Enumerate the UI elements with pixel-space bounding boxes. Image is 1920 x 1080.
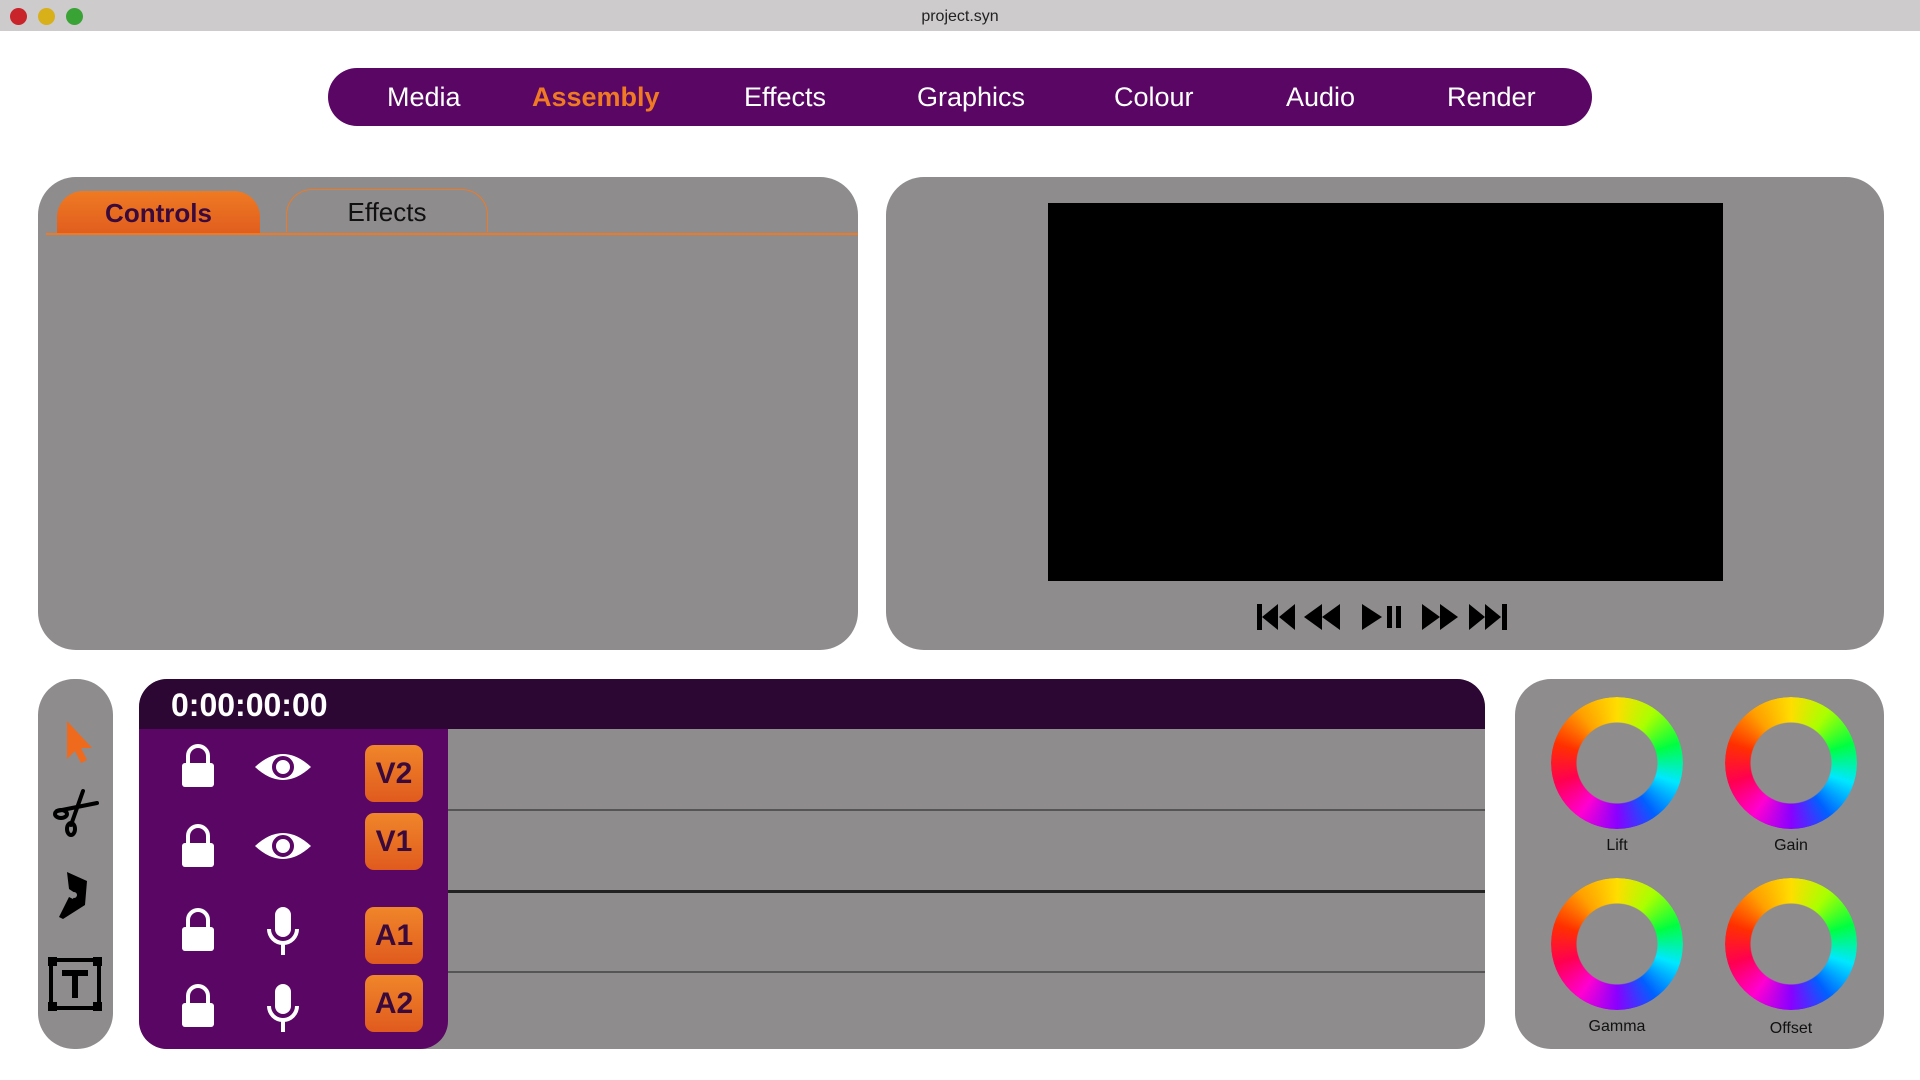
track-badge-v1[interactable]: V1 — [365, 813, 423, 870]
track-divider — [448, 809, 1485, 811]
workspace-nav: Media Assembly Effects Graphics Colour A… — [328, 68, 1592, 126]
track-badge-v2[interactable]: V2 — [365, 745, 423, 802]
transport-controls — [1256, 601, 1516, 637]
color-wheels-panel: Lift Gain Gamma Offset — [1515, 679, 1884, 1049]
color-wheel-label-gain: Gain — [1774, 837, 1808, 854]
color-wheel-label-gamma: Gamma — [1588, 1018, 1646, 1035]
track-divider — [448, 971, 1485, 973]
color-wheel-offset[interactable] — [1725, 878, 1857, 1010]
nav-item-graphics[interactable]: Graphics — [917, 82, 1025, 113]
window-title: project.syn — [921, 8, 999, 25]
timeline-header: 0:00:00:00 — [139, 679, 1485, 729]
selection-arrow-icon[interactable] — [47, 713, 103, 769]
track-badge-a1[interactable]: A1 — [365, 907, 423, 964]
color-wheel-label-offset: Offset — [1769, 1020, 1813, 1037]
nav-item-media[interactable]: Media — [387, 82, 461, 113]
timeline-panel: 0:00:00:00 V2 V1 A1 A2 — [139, 679, 1485, 1049]
color-wheel-label-lift: Lift — [1606, 837, 1628, 854]
microphone-icon[interactable] — [263, 905, 303, 957]
lock-icon[interactable] — [179, 823, 217, 869]
color-wheel-gain[interactable] — [1725, 697, 1857, 829]
fast-forward-icon[interactable] — [1420, 601, 1460, 633]
color-wheel-gamma[interactable] — [1551, 878, 1683, 1010]
tab-divider — [46, 233, 858, 235]
color-wheel-lift[interactable] — [1551, 697, 1683, 829]
window-titlebar: project.syn — [0, 0, 1920, 31]
eye-icon[interactable] — [253, 747, 313, 787]
lock-icon[interactable] — [179, 907, 217, 953]
text-icon[interactable] — [47, 956, 103, 1012]
timecode-display: 0:00:00:00 — [171, 687, 328, 723]
play-pause-icon[interactable] — [1360, 601, 1404, 633]
nav-item-render[interactable]: Render — [1447, 82, 1536, 113]
lock-icon[interactable] — [179, 983, 217, 1029]
viewer-panel — [886, 177, 1884, 650]
tab-effects[interactable]: Effects — [286, 189, 488, 232]
nav-item-assembly[interactable]: Assembly — [532, 82, 660, 113]
razor-scissors-icon[interactable] — [47, 783, 103, 839]
pen-icon[interactable] — [47, 867, 103, 923]
tab-controls[interactable]: Controls — [57, 191, 260, 233]
nav-item-audio[interactable]: Audio — [1286, 82, 1355, 113]
video-preview[interactable] — [1048, 203, 1723, 581]
rewind-icon[interactable] — [1302, 601, 1342, 633]
video-audio-divider — [448, 890, 1485, 893]
microphone-icon[interactable] — [263, 982, 303, 1034]
track-badge-a2[interactable]: A2 — [365, 975, 423, 1032]
nav-item-effects[interactable]: Effects — [744, 82, 826, 113]
eye-icon[interactable] — [253, 826, 313, 866]
skip-to-start-icon[interactable] — [1256, 601, 1298, 633]
tools-panel — [38, 679, 113, 1049]
lock-icon[interactable] — [179, 743, 217, 789]
skip-to-end-icon[interactable] — [1466, 601, 1508, 633]
controls-panel: Controls Effects — [38, 177, 858, 650]
nav-item-colour[interactable]: Colour — [1114, 82, 1194, 113]
